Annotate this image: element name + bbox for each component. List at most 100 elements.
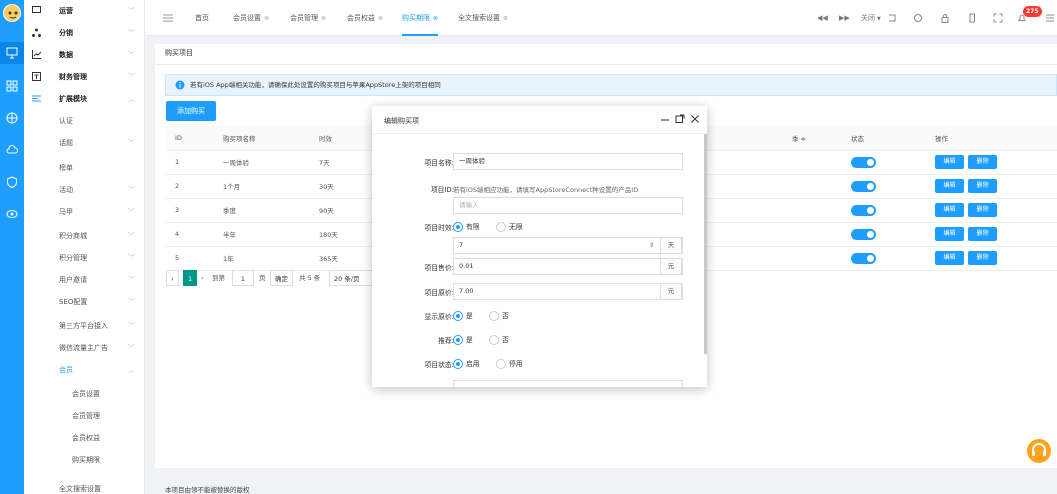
close-icon[interactable] — [690, 114, 700, 124]
sidebar-item-operation[interactable]: 运营 ﹀ — [24, 0, 144, 22]
edit-button[interactable]: 编辑 — [935, 155, 964, 169]
status-toggle[interactable] — [851, 156, 876, 168]
sidebar-item-invite[interactable]: 用户邀请 ﹀ — [24, 269, 144, 291]
original-price-input[interactable]: 7.00 元 — [453, 283, 683, 300]
period-input[interactable]: 7 ⇕ 天 — [453, 237, 683, 254]
close-icon[interactable]: ⊗ — [321, 15, 326, 22]
sidebar-item-ranking[interactable]: 榜单 — [24, 157, 144, 179]
close-icon[interactable]: ⊗ — [433, 15, 438, 22]
sidebar-item-points-mall[interactable]: 积分商城 ﹀ — [24, 225, 144, 247]
tab-fulltext-search[interactable]: 全文搜索设置 ⊗ — [458, 0, 508, 36]
recommend-no-radio[interactable]: 否 — [489, 335, 509, 345]
status-toggle[interactable] — [851, 228, 876, 240]
close-tabs-dropdown[interactable]: 关闭 ▼ — [861, 0, 881, 36]
price-input[interactable]: 0.01 元 — [453, 258, 683, 275]
page-unit-label: 页 — [259, 274, 266, 282]
delete-button[interactable]: 删除 — [968, 227, 997, 241]
status-toggle[interactable] — [851, 252, 876, 264]
delete-button[interactable]: 删除 — [968, 179, 997, 193]
avatar-icon[interactable] — [3, 4, 21, 22]
scroll-left-icon[interactable]: ◀◀ — [817, 14, 828, 24]
grid-icon[interactable] — [6, 80, 18, 92]
page-size-select[interactable]: 20 条/页 — [329, 270, 374, 286]
delete-button[interactable]: 删除 — [968, 251, 997, 265]
sidebar-item-topic[interactable]: 话题 ﹀ — [24, 132, 144, 154]
chevron-down-icon: ﹀ — [128, 73, 135, 81]
tab-member-manage[interactable]: 会员管理 ⊗ — [290, 0, 326, 36]
status-disable-radio[interactable]: 停用 — [496, 359, 523, 369]
stepper-icon[interactable]: ⇕ — [649, 238, 654, 253]
recommend-yes-radio[interactable]: 是 — [453, 335, 473, 345]
sidebar-item-points-manage[interactable]: 积分管理 ﹀ — [24, 247, 144, 269]
tab-home[interactable]: 首页 — [195, 0, 209, 36]
show-original-yes-radio[interactable]: 是 — [453, 311, 473, 321]
prev-page-button[interactable]: ‹ — [166, 270, 179, 286]
add-purchase-button[interactable]: 添加购买 — [166, 101, 216, 121]
mobile-icon[interactable] — [967, 13, 977, 23]
sidebar-item-auth[interactable]: 认证 — [24, 110, 144, 132]
tab-purchase-period[interactable]: 购买期限 ⊗ — [402, 0, 439, 36]
sidebar-item-finance[interactable]: 财务管理 ﹀ — [24, 66, 144, 88]
cloud-icon[interactable] — [6, 144, 18, 156]
name-input[interactable]: 一周体验 — [453, 153, 683, 170]
status-toggle[interactable] — [851, 180, 876, 192]
goto-label: 到第 — [212, 274, 225, 282]
sidebar-item-member-rights[interactable]: 会员权益 — [24, 427, 144, 449]
show-original-no-radio[interactable]: 否 — [489, 311, 509, 321]
page-confirm-button[interactable]: 确定 — [270, 270, 293, 286]
minimize-icon[interactable] — [660, 114, 670, 124]
sidebar-item-member-settings[interactable]: 会员设置 — [24, 383, 144, 405]
period-unlimited-radio[interactable]: 无限 — [496, 222, 523, 232]
tab-member-rights[interactable]: 会员权益 ⊗ — [347, 0, 383, 36]
refresh-icon[interactable] — [913, 13, 923, 23]
id-input[interactable]: 请输入 — [453, 197, 683, 214]
delete-button[interactable]: 删除 — [968, 203, 997, 217]
close-icon[interactable]: ⊗ — [264, 15, 269, 22]
sidebar-item-fulltext-search[interactable]: 全文搜索设置 — [24, 478, 144, 494]
globe-icon[interactable] — [6, 112, 18, 124]
next-field-input[interactable] — [453, 380, 683, 387]
sidebar-item-third-party[interactable]: 第三方平台接入 ﹀ — [24, 315, 144, 337]
sidebar-item-extension[interactable]: 扩展模块 ︿ — [24, 88, 144, 110]
sidebar-item-purchase-period[interactable]: 购买期限 — [24, 449, 144, 471]
back-icon[interactable] — [887, 13, 897, 23]
sidebar-item-activity[interactable]: 活动 ﹀ — [24, 179, 144, 201]
price-unit: 元 — [660, 258, 682, 275]
page-jump-input[interactable]: 1 — [232, 270, 254, 286]
sidebar-item-member-manage[interactable]: 会员管理 — [24, 405, 144, 427]
close-icon[interactable]: ⊗ — [378, 15, 383, 22]
caret-down-icon: ▼ — [877, 16, 881, 22]
close-icon[interactable]: ⊗ — [503, 15, 508, 22]
status-toggle[interactable] — [851, 204, 876, 216]
status-enable-radio[interactable]: 启用 — [453, 359, 480, 369]
sidebar-item-member[interactable]: 会员 ︿ — [24, 359, 144, 381]
col-header-sort[interactable]: 季 ≑ — [750, 126, 845, 151]
menu-icon[interactable] — [163, 13, 173, 23]
scroll-right-icon[interactable]: ▶▶ — [839, 14, 850, 24]
sidebar-item-wechat-ads[interactable]: 微信流量主广告 ﹀ — [24, 337, 144, 359]
more-menu-icon[interactable] — [1045, 13, 1055, 23]
period-limited-radio[interactable]: 有限 — [453, 222, 480, 232]
edit-button[interactable]: 编辑 — [935, 251, 964, 265]
col-header-id: ID — [166, 126, 214, 151]
monitor-icon[interactable] — [0, 42, 24, 64]
customer-service-icon[interactable] — [1027, 439, 1051, 463]
shield-icon[interactable] — [6, 176, 18, 188]
fullscreen-icon[interactable] — [993, 13, 1003, 23]
delete-button[interactable]: 删除 — [968, 155, 997, 169]
tab-member-settings[interactable]: 会员设置 ⊗ — [233, 0, 269, 36]
page-current[interactable]: 1 — [183, 270, 198, 286]
sidebar-item-seo[interactable]: SEO配置 ﹀ — [24, 291, 144, 313]
modal-scrollbar[interactable] — [704, 134, 707, 354]
sidebar-item-distribution[interactable]: 分销 ﹀ — [24, 22, 144, 44]
edit-button[interactable]: 编辑 — [935, 203, 964, 217]
lock-icon[interactable] — [940, 13, 950, 23]
maximize-icon[interactable] — [675, 114, 685, 124]
eye-icon[interactable] — [6, 208, 18, 220]
next-page-button[interactable]: › — [201, 270, 204, 286]
edit-button[interactable]: 编辑 — [935, 227, 964, 241]
sidebar-item-vest[interactable]: 马甲 ﹀ — [24, 201, 144, 223]
edit-button[interactable]: 编辑 — [935, 179, 964, 193]
chevron-up-icon: ︿ — [128, 366, 135, 374]
sidebar-item-data[interactable]: 数据 ﹀ — [24, 44, 144, 66]
